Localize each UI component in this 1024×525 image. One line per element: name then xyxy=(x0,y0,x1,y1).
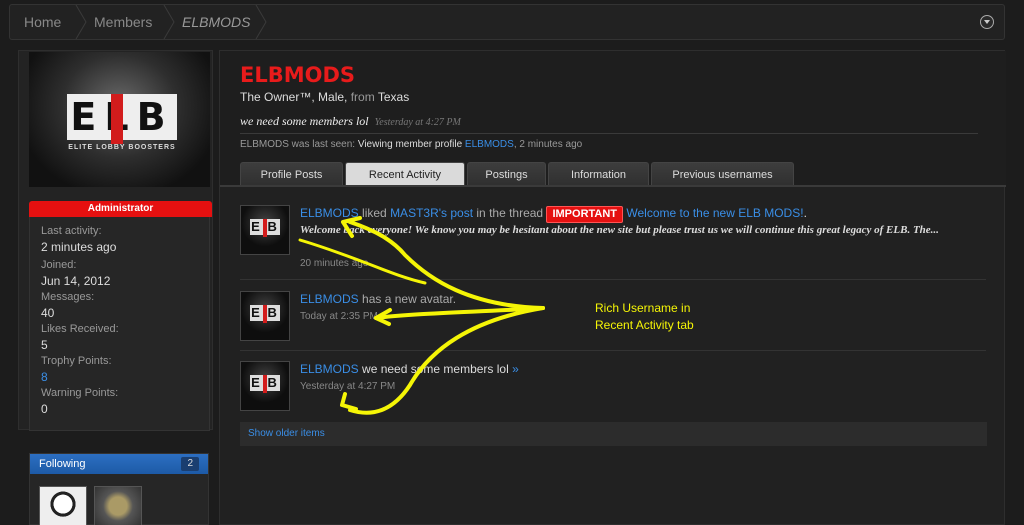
username-title: ELBMODS xyxy=(240,63,356,87)
activity-username[interactable]: ELBMODS xyxy=(300,206,359,220)
following-count: 2 xyxy=(181,457,199,471)
stat-label-last-activity: Last activity: xyxy=(41,225,102,237)
breadcrumb: Home Members ELBMODS xyxy=(9,4,1005,40)
activity-avatar[interactable]: E B xyxy=(240,361,290,411)
following-header[interactable]: Following 2 xyxy=(30,454,208,474)
member-stats: Last activity: 2 minutes ago Joined: Jun… xyxy=(29,217,210,431)
activity-text[interactable]: we need some members lol xyxy=(362,362,509,376)
tab-profile-posts[interactable]: Profile Posts xyxy=(240,162,343,186)
activity-in-thread: in the thread xyxy=(476,206,544,220)
last-seen-suffix: , 2 minutes ago xyxy=(513,139,583,150)
divider xyxy=(240,133,978,134)
stat-value-last-activity: 2 minutes ago xyxy=(41,240,117,254)
stat-label-joined: Joined: xyxy=(41,259,77,271)
tab-recent-activity[interactable]: Recent Activity xyxy=(345,162,465,186)
activity-line: ELBMODS we need some members lol » xyxy=(300,361,519,377)
following-panel: Following 2 xyxy=(29,453,209,525)
avatar[interactable]: ELB ELITE LOBBY BOOSTERS xyxy=(29,52,210,187)
profile-main: ELBMODS The Owner™, Male, from Texas we … xyxy=(219,50,1006,525)
activity-line: ELBMODS liked MAST3R's post in the threa… xyxy=(300,205,807,223)
following-label: Following xyxy=(39,458,86,470)
activity-post-link[interactable]: MAST3R's post xyxy=(390,206,473,220)
breadcrumb-separator-icon xyxy=(74,5,88,39)
stat-label-warning: Warning Points: xyxy=(41,387,119,399)
annotation-line-1: Rich Username in xyxy=(595,301,691,315)
tab-postings[interactable]: Postings xyxy=(467,162,546,186)
tabs-underline xyxy=(220,185,1006,187)
stat-label-messages: Messages: xyxy=(41,291,95,303)
activity-line: ELBMODS has a new avatar. xyxy=(300,291,456,307)
profile-sidebar: ELB ELITE LOBBY BOOSTERS Administrator L… xyxy=(18,50,213,431)
activity-end: . xyxy=(803,206,807,220)
important-badge: IMPORTANT xyxy=(546,206,624,223)
role-banner: Administrator xyxy=(29,201,212,217)
activity-time: 20 minutes ago xyxy=(300,258,369,269)
breadcrumb-home[interactable]: Home xyxy=(24,5,61,39)
status-message: we need some members lol Yesterday at 4:… xyxy=(240,114,461,129)
breadcrumb-separator-icon xyxy=(254,5,268,39)
tab-previous-usernames[interactable]: Previous usernames xyxy=(651,162,794,186)
last-seen: ELBMODS was last seen: Viewing member pr… xyxy=(240,139,582,150)
status-text: we need some members lol xyxy=(240,114,369,128)
breadcrumb-current[interactable]: ELBMODS xyxy=(182,5,250,39)
activity-verb: liked xyxy=(362,206,387,220)
stat-value-joined: Jun 14, 2012 xyxy=(41,274,111,288)
user-info: The Owner™, Male, from Texas xyxy=(240,90,409,104)
activity-username[interactable]: ELBMODS xyxy=(300,362,359,376)
activity-time: Yesterday at 4:27 PM xyxy=(300,381,396,392)
user-location[interactable]: Texas xyxy=(378,90,409,104)
activity-thread-link[interactable]: Welcome to the new ELB MODS! xyxy=(626,206,803,220)
activity-arrow[interactable]: » xyxy=(512,362,519,376)
activity-avatar[interactable]: E B xyxy=(240,291,290,341)
stat-value-messages: 40 xyxy=(41,306,55,320)
activity-text: has a new avatar. xyxy=(362,292,457,306)
breadcrumb-members[interactable]: Members xyxy=(94,5,152,39)
activity-username[interactable]: ELBMODS xyxy=(300,292,359,306)
last-seen-link[interactable]: ELBMODS xyxy=(465,139,514,150)
annotation-note: Rich Username in Recent Activity tab xyxy=(595,300,694,334)
status-time: Yesterday at 4:27 PM xyxy=(374,117,461,128)
show-older-items-link[interactable]: Show older items xyxy=(240,422,987,446)
tab-information[interactable]: Information xyxy=(548,162,649,186)
breadcrumb-separator-icon xyxy=(162,5,176,39)
stat-value-warning: 0 xyxy=(41,402,48,416)
last-seen-prefix: ELBMODS was last seen: xyxy=(240,139,356,150)
following-avatar[interactable] xyxy=(39,486,87,525)
last-seen-action: Viewing member profile xyxy=(357,139,463,150)
activity-time: Today at 2:35 PM xyxy=(300,311,378,322)
user-title: The Owner™, Male, xyxy=(240,90,348,104)
logo-subtitle: ELITE LOBBY BOOSTERS xyxy=(68,144,176,151)
divider xyxy=(240,350,986,351)
following-avatar[interactable] xyxy=(94,486,142,525)
stat-value-likes: 5 xyxy=(41,338,48,352)
stat-label-likes: Likes Received: xyxy=(41,323,119,335)
chevron-down-icon[interactable] xyxy=(980,15,994,29)
stat-value-trophy[interactable]: 8 xyxy=(41,370,48,384)
activity-avatar[interactable]: E B xyxy=(240,205,290,255)
logo-red-bar xyxy=(111,94,123,144)
activity-item: E B ELBMODS liked MAST3R's post in the t… xyxy=(240,205,985,275)
activity-snippet: Welcome back everyone! We know you may b… xyxy=(300,224,939,236)
stat-label-trophy: Trophy Points: xyxy=(41,355,112,367)
from-label: from xyxy=(350,90,375,104)
annotation-line-2: Recent Activity tab xyxy=(595,318,694,332)
activity-item: E B ELBMODS we need some members lol » Y… xyxy=(240,361,985,416)
divider xyxy=(240,279,986,280)
